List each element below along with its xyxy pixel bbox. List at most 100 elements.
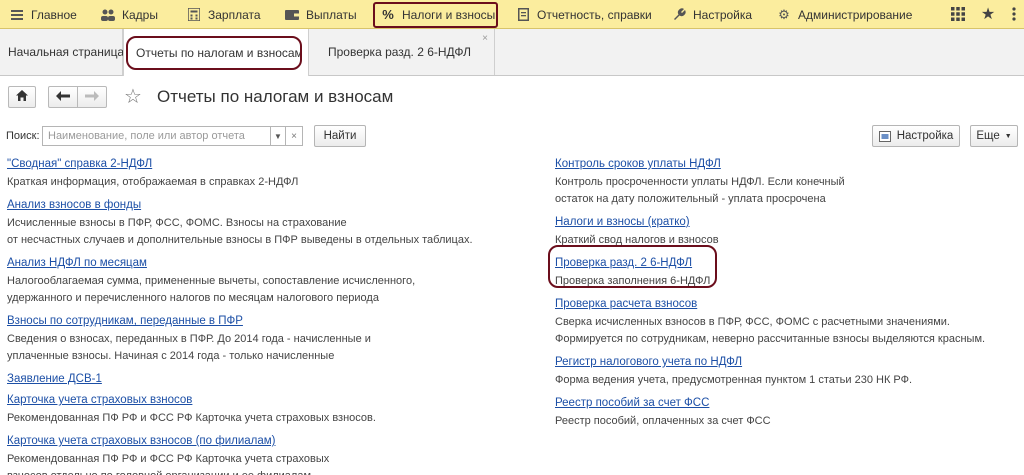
- more-button[interactable]: Еще ▼: [970, 125, 1018, 147]
- report-description: Реестр пособий, оплаченных за счет ФСС: [555, 413, 985, 430]
- search-clear-icon[interactable]: ×: [285, 126, 303, 146]
- search-label: Поиск:: [6, 130, 40, 142]
- report-description-line: Исчисленные взносы в ПФР, ФСС, ФОМС. Взн…: [7, 217, 347, 229]
- menu-item-admin[interactable]: ⚙ Администрирование: [777, 0, 912, 29]
- report-link[interactable]: Карточка учета страховых взносов: [7, 393, 192, 407]
- menu-item-reports[interactable]: Отчетность, справки: [516, 0, 652, 29]
- report-description: Рекомендованная ПФ РФ и ФСС РФ Карточка …: [7, 451, 473, 475]
- calculator-icon: [187, 8, 201, 22]
- search-dropdown-icon[interactable]: ▼: [270, 126, 286, 146]
- report-description-line: уплаченные взносы. Начиная с 2014 года -…: [7, 350, 335, 362]
- apps-grid-icon[interactable]: [950, 6, 966, 22]
- menu-item-label: Главное: [31, 7, 77, 22]
- find-button[interactable]: Найти: [314, 125, 366, 147]
- arrow-left-icon: [56, 90, 70, 104]
- add-to-favorites-star-icon[interactable]: ☆: [122, 86, 144, 108]
- report-description: Контроль просроченности уплаты НДФЛ. Есл…: [555, 174, 985, 208]
- tab-highlight-annotation: [126, 36, 302, 70]
- menu-item-label: Настройка: [693, 7, 753, 22]
- report-link[interactable]: Налоги и взносы (кратко): [555, 215, 690, 229]
- tab-check-6ndfl[interactable]: Проверка разд. 2 6-НДФЛ ×: [309, 29, 495, 75]
- gear-icon: ⚙: [778, 6, 790, 22]
- back-button[interactable]: [48, 86, 78, 108]
- tab-label: Начальная страница: [8, 45, 125, 59]
- report-link[interactable]: Анализ взносов в фонды: [7, 198, 141, 212]
- more-button-label: Еще: [976, 130, 1000, 142]
- report-description: Форма ведения учета, предусмотренная пун…: [555, 372, 985, 389]
- forward-button[interactable]: [77, 86, 107, 108]
- report-item: Налоги и взносы (кратко) Краткий свод нал…: [555, 214, 985, 249]
- home-button[interactable]: [8, 86, 36, 108]
- report-description: Краткая информация, отображаемая в справ…: [7, 174, 473, 191]
- favorites-star-icon[interactable]: ★: [980, 6, 996, 23]
- search-input[interactable]: [42, 126, 271, 146]
- report-description-line: Рекомендованная ПФ РФ и ФСС РФ Карточка …: [7, 412, 376, 424]
- report-description-line: Налогооблагаемая сумма, примененные выче…: [7, 275, 416, 287]
- report-description: Рекомендованная ПФ РФ и ФСС РФ Карточка …: [7, 410, 473, 427]
- report-description-line: Рекомендованная ПФ РФ и ФСС РФ Карточка …: [7, 453, 330, 465]
- report-highlight-annotation: [548, 245, 717, 288]
- report-description-line: от несчастных случаев и дополнительные в…: [7, 234, 473, 246]
- tab-close-icon[interactable]: ×: [482, 33, 488, 44]
- report-item: Регистр налогового учета по НДФЛ Форма ве…: [555, 354, 985, 389]
- menu-item-label: Отчетность, справки: [537, 7, 652, 22]
- report-description: Сверка исчисленных взносов в ПФР, ФСС, Ф…: [555, 314, 985, 348]
- report-item: Проверка расчета взносов Сверка исчисленн…: [555, 296, 985, 348]
- report-description-line: Сверка исчисленных взносов в ПФР, ФСС, Ф…: [555, 316, 950, 328]
- report-link[interactable]: Регистр налогового учета по НДФЛ: [555, 355, 742, 369]
- report-description-line: Реестр пособий, оплаченных за счет ФСС: [555, 415, 771, 427]
- wrench-icon: [672, 8, 686, 22]
- report-link[interactable]: Заявление ДСВ-1: [7, 372, 102, 386]
- menu-item-main[interactable]: Главное: [10, 0, 77, 29]
- report-description-line: удержанного и перечисленного налогов по …: [7, 292, 379, 304]
- menu-lines-icon: [10, 8, 24, 22]
- chevron-down-icon: ▼: [1004, 132, 1012, 140]
- report-item: Взносы по сотрудникам, переданные в ПФР С…: [7, 313, 473, 365]
- main-menu-bar: Главное Кадры Зарплата Выплаты % Налоги …: [0, 0, 1024, 29]
- menu-item-label: Кадры: [122, 7, 158, 22]
- tab-home-page[interactable]: Начальная страница: [0, 29, 125, 75]
- home-icon: [16, 90, 28, 104]
- report-item: Анализ взносов в фонды Исчисленные взносы…: [7, 197, 473, 249]
- reports-left-column: "Сводная" справка 2-НДФЛ Краткая информац…: [7, 156, 473, 475]
- more-menu-icon[interactable]: [1006, 6, 1022, 22]
- report-link[interactable]: Анализ НДФЛ по месяцам: [7, 256, 147, 270]
- report-link[interactable]: Контроль сроков уплаты НДФЛ: [555, 157, 721, 171]
- report-description-line: взносов отдельно по головной организации…: [7, 468, 473, 475]
- menu-item-label: Администрирование: [798, 7, 913, 22]
- menu-highlight-annotation: [373, 2, 498, 28]
- settings-button[interactable]: Настройка: [872, 125, 960, 147]
- report-description: Исчисленные взносы в ПФР, ФСС, ФОМС. Взн…: [7, 215, 473, 249]
- menu-item-payments[interactable]: Выплаты: [285, 0, 357, 29]
- report-item: Реестр пособий за счет ФСС Реестр пособий…: [555, 395, 985, 430]
- report-link[interactable]: "Сводная" справка 2-НДФЛ: [7, 157, 152, 171]
- report-description-line: остаток на дату положительный - уплата п…: [555, 193, 826, 205]
- report-description-line: Контроль просроченности уплаты НДФЛ. Есл…: [555, 176, 845, 188]
- menu-item-label: Выплаты: [306, 7, 357, 22]
- report-description-line: Формируется по сотрудникам, неверно расс…: [555, 333, 986, 345]
- report-description-line: Краткая информация, отображаемая в справ…: [7, 176, 299, 188]
- report-item: "Сводная" справка 2-НДФЛ Краткая информац…: [7, 156, 473, 191]
- settings-button-label: Настройка: [896, 130, 954, 142]
- report-link[interactable]: Карточка учета страховых взносов (по фил…: [7, 434, 276, 448]
- tab-label: Проверка разд. 2 6-НДФЛ: [328, 45, 472, 59]
- report-description-line: Форма ведения учета, предусмотренная пун…: [555, 374, 913, 386]
- report-link[interactable]: Реестр пособий за счет ФСС: [555, 396, 709, 410]
- menu-item-hr[interactable]: Кадры: [101, 0, 158, 29]
- report-item: Анализ НДФЛ по месяцам Налогооблагаемая с…: [7, 255, 473, 307]
- report-item: Карточка учета страховых взносов Рекоменд…: [7, 392, 473, 427]
- report-description: Сведения о взносах, переданных в ПФР. До…: [7, 331, 473, 365]
- report-link[interactable]: Взносы по сотрудникам, переданные в ПФР: [7, 314, 243, 328]
- report-description-line: Сведения о взносах, переданных в ПФР. До…: [7, 333, 371, 345]
- menu-item-salary[interactable]: Зарплата: [187, 0, 261, 29]
- report-link[interactable]: Проверка расчета взносов: [555, 297, 697, 311]
- document-icon: [516, 8, 530, 22]
- menu-item-settings[interactable]: Настройка: [672, 0, 752, 29]
- page-title: Отчеты по налогам и взносам: [157, 87, 394, 106]
- report-item: Контроль сроков уплаты НДФЛ Контроль прос…: [555, 156, 985, 208]
- settings-panel-icon: [878, 130, 891, 142]
- report-item: Карточка учета страховых взносов (по фил…: [7, 433, 473, 475]
- arrow-right-icon: [85, 90, 99, 104]
- reports-right-column: Контроль сроков уплаты НДФЛ Контроль прос…: [555, 156, 985, 436]
- wallet-icon: [285, 8, 299, 22]
